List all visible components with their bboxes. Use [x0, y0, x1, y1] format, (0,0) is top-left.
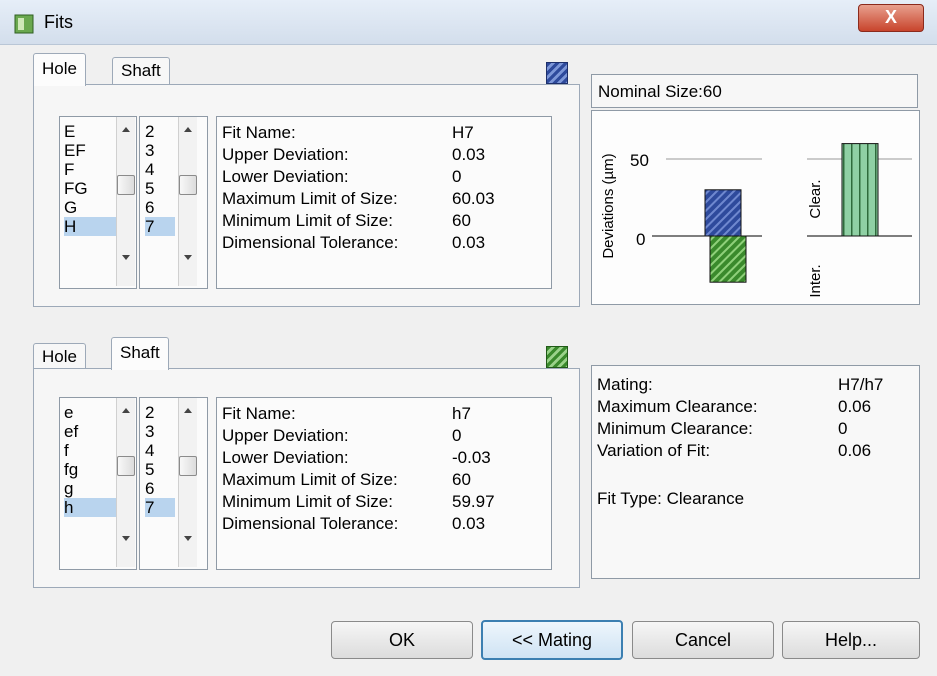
mating-values: H7/h7 0.06 0 0.06	[838, 374, 883, 462]
info-value: 0.03	[452, 233, 486, 252]
hole-info-labels: Fit Name: Upper Deviation: Lower Deviati…	[222, 122, 398, 254]
info-value: 60	[452, 470, 471, 489]
list-item[interactable]: E	[64, 122, 114, 141]
info-value: H7	[452, 123, 474, 142]
clearance-bar	[841, 143, 879, 237]
list-item[interactable]: ef	[64, 422, 114, 441]
fit-type: Fit Type: Clearance	[597, 489, 745, 508]
mating-value: 0.06	[838, 441, 872, 460]
hole-letter-items: E EF F FG G H	[64, 122, 116, 236]
tab-shaft-top[interactable]: Shaft	[112, 57, 170, 84]
list-item[interactable]: EF	[64, 141, 114, 160]
scroll-thumb[interactable]	[179, 456, 197, 476]
list-item[interactable]: f	[64, 441, 114, 460]
shaft-grade-scrollbar[interactable]	[178, 398, 197, 567]
list-item[interactable]: fg	[64, 460, 114, 479]
info-label: Maximum Limit of Size:	[222, 470, 398, 489]
list-item-selected[interactable]: 7	[145, 498, 175, 517]
info-value: 0.03	[452, 145, 486, 164]
app-icon	[14, 14, 34, 34]
scroll-down-icon[interactable]	[184, 255, 192, 260]
list-item-selected[interactable]: h	[64, 498, 116, 517]
info-label: Dimensional Tolerance:	[222, 514, 399, 533]
scroll-thumb[interactable]	[117, 456, 135, 476]
info-value: 59.97	[452, 492, 495, 511]
info-value: 60	[452, 211, 471, 230]
shaft-deviation-bar	[709, 235, 747, 283]
scroll-down-icon[interactable]	[122, 536, 130, 541]
info-label: Upper Deviation:	[222, 426, 349, 445]
list-item[interactable]: F	[64, 160, 114, 179]
mating-button[interactable]: << Mating	[481, 620, 623, 660]
list-item-selected[interactable]: H	[64, 217, 116, 236]
tab-hole-top[interactable]: Hole	[33, 53, 86, 86]
scroll-thumb[interactable]	[179, 175, 197, 195]
scroll-thumb[interactable]	[117, 175, 135, 195]
title-bar	[0, 0, 937, 45]
info-value: 0	[452, 426, 462, 445]
info-label: Upper Deviation:	[222, 145, 349, 164]
info-value: 0.03	[452, 514, 486, 533]
mating-labels: Mating: Maximum Clearance: Minimum Clear…	[597, 374, 758, 510]
scroll-up-icon[interactable]	[184, 127, 192, 132]
chart-tick-0: 0	[636, 230, 645, 249]
info-label: Fit Name:	[222, 123, 296, 142]
shaft-color-swatch[interactable]	[546, 346, 568, 368]
tab-hole-bottom[interactable]: Hole	[33, 343, 86, 370]
shaft-letter-scrollbar[interactable]	[116, 398, 135, 567]
scroll-up-icon[interactable]	[122, 408, 130, 413]
chart-inter-label: Inter.	[807, 264, 824, 297]
info-value: h7	[452, 404, 471, 423]
scroll-up-icon[interactable]	[122, 127, 130, 132]
tab-shaft-bottom[interactable]: Shaft	[111, 337, 169, 370]
info-value: -0.03	[452, 448, 491, 467]
list-item[interactable]: g	[64, 479, 114, 498]
scroll-up-icon[interactable]	[184, 408, 192, 413]
info-label: Fit Name:	[222, 404, 296, 423]
info-label: Minimum Limit of Size:	[222, 211, 393, 230]
chart-clear-label: Clear.	[807, 179, 824, 218]
nominal-size-label: Nominal Size:60	[591, 74, 918, 108]
close-button[interactable]: X	[858, 4, 924, 32]
shaft-info-values: h7 0 -0.03 60 59.97 0.03	[452, 403, 495, 535]
mating-value: H7/h7	[838, 375, 884, 394]
hole-color-swatch[interactable]	[546, 62, 568, 84]
mating-value: 0.06	[838, 397, 872, 416]
info-value: 0	[452, 167, 462, 186]
chart-ylabel: Deviations (µm)	[600, 153, 617, 258]
hole-letter-scrollbar[interactable]	[116, 117, 135, 286]
hole-deviation-bar	[704, 189, 742, 237]
mating-value: 0	[838, 419, 848, 438]
help-button[interactable]: Help...	[782, 621, 920, 659]
cancel-button[interactable]: Cancel	[632, 621, 774, 659]
chart-tick-50: 50	[630, 151, 649, 170]
info-label: Dimensional Tolerance:	[222, 233, 399, 252]
list-item[interactable]: FG	[64, 179, 114, 198]
mating-label: Minimum Clearance:	[597, 419, 753, 438]
info-value: 60.03	[452, 189, 495, 208]
scroll-down-icon[interactable]	[122, 255, 130, 260]
list-item[interactable]: G	[64, 198, 114, 217]
list-item[interactable]: e	[64, 403, 114, 422]
mating-label: Maximum Clearance:	[597, 397, 758, 416]
deviation-chart: Deviations (µm) 50 0 Inter. Clear.	[591, 110, 920, 305]
info-label: Lower Deviation:	[222, 167, 349, 186]
info-label: Maximum Limit of Size:	[222, 189, 398, 208]
hole-info-values: H7 0.03 0 60.03 60 0.03	[452, 122, 495, 254]
scroll-down-icon[interactable]	[184, 536, 192, 541]
mating-label: Mating:	[597, 375, 653, 394]
mating-label: Variation of Fit:	[597, 441, 711, 460]
shaft-letter-items: e ef f fg g h	[64, 403, 116, 517]
info-label: Lower Deviation:	[222, 448, 349, 467]
info-label: Minimum Limit of Size:	[222, 492, 393, 511]
list-item-selected[interactable]: 7	[145, 217, 175, 236]
ok-button[interactable]: OK	[331, 621, 473, 659]
hole-grade-scrollbar[interactable]	[178, 117, 197, 286]
window-title: Fits	[44, 12, 73, 32]
shaft-info-labels: Fit Name: Upper Deviation: Lower Deviati…	[222, 403, 398, 535]
